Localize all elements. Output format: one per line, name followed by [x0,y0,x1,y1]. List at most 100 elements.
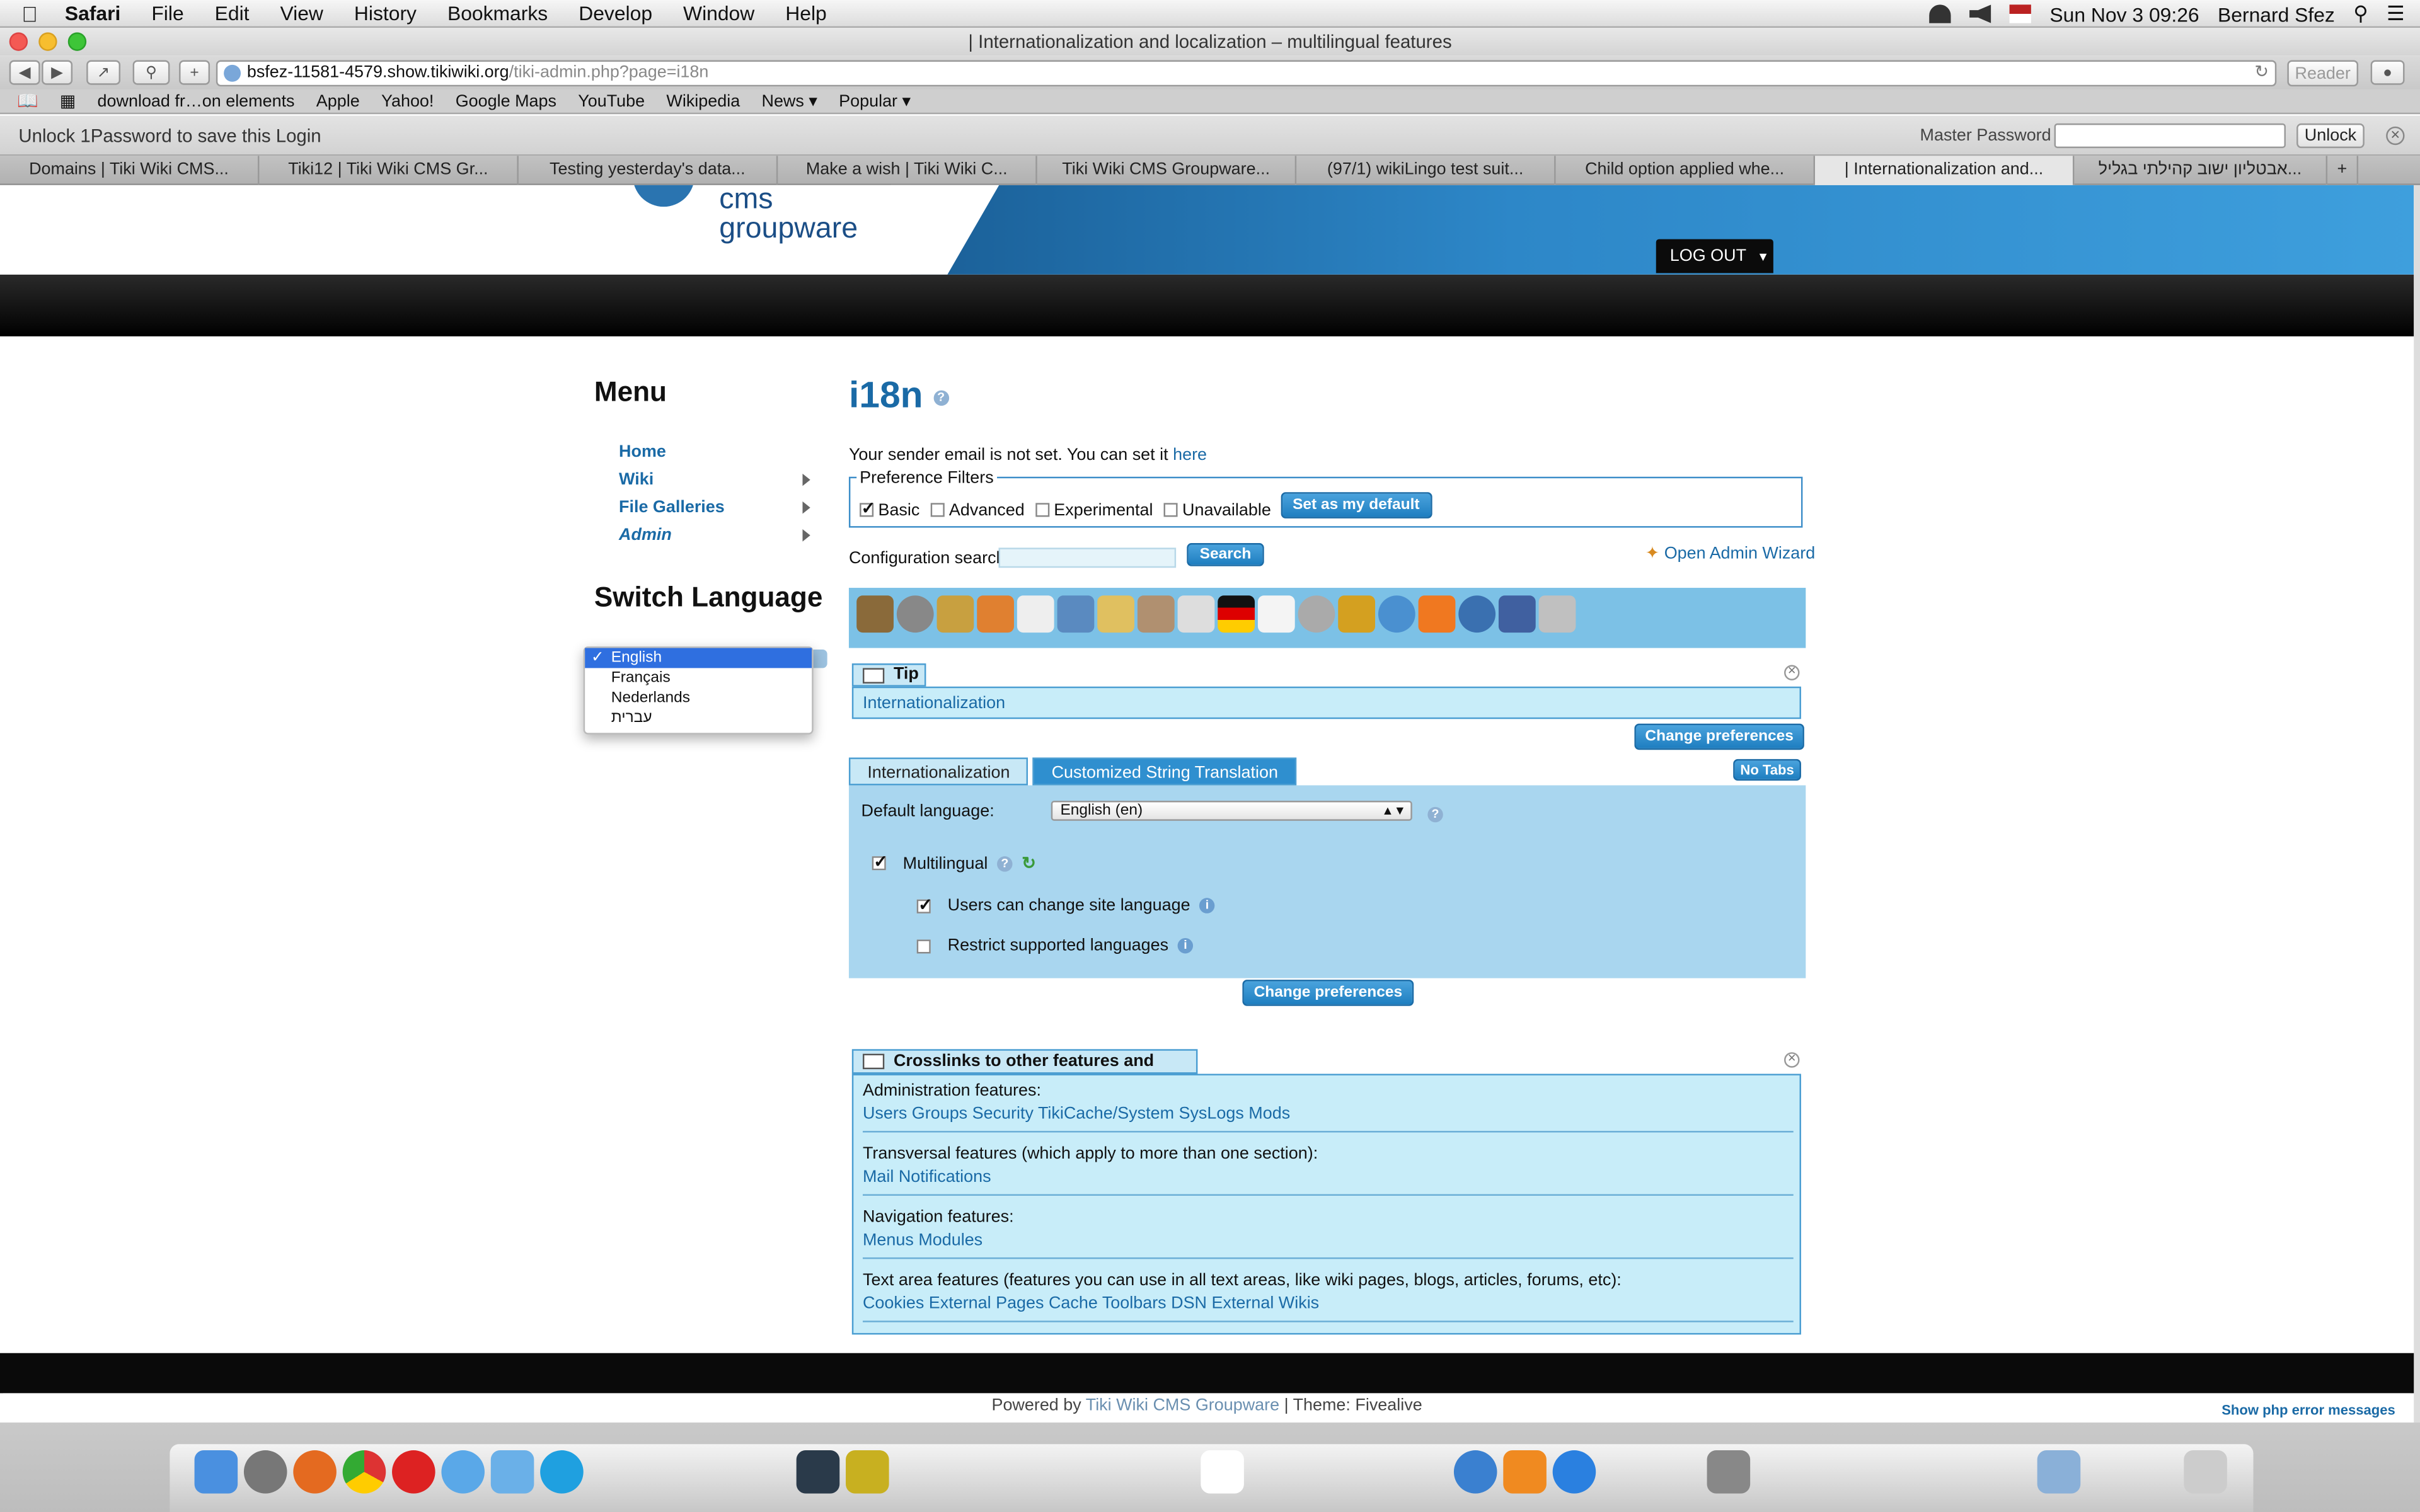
tiki-link[interactable]: Tiki Wiki CMS Groupware [1086,1396,1279,1414]
language-option-french[interactable]: Français [585,668,812,688]
help-icon[interactable]: ? [933,389,949,406]
apple-icon[interactable]:  [21,1,52,25]
admin-features-links[interactable]: Users Groups Security TikiCache/System S… [863,1104,1290,1123]
user-name[interactable]: Bernard Sfez [2218,3,2335,26]
flag-icon[interactable] [2009,4,2032,23]
bookmark-item[interactable]: Apple [306,92,371,110]
wifi-icon[interactable] [1929,4,1951,23]
packages-icon[interactable] [1538,595,1576,633]
back-button[interactable]: ◀ [9,60,40,85]
sender-link[interactable]: here [1173,446,1207,464]
menu-item-wiki[interactable]: Wiki [619,471,654,489]
textarea-features-links[interactable]: Cookies External Pages Cache Toolbars DS… [863,1295,1319,1313]
tab-customized-string-translation[interactable]: Customized String Translation [1033,757,1297,786]
security-key-icon[interactable] [1338,595,1376,633]
browser-tab[interactable]: Domains | Tiki Wiki CMS... [0,156,260,185]
mail-icon[interactable] [1177,595,1215,633]
1password-button[interactable]: ⚲ [132,60,170,85]
new-tab-button[interactable]: + [179,60,210,85]
bookmark-item[interactable]: YouTube [567,92,655,110]
trash-icon[interactable] [2184,1450,2227,1494]
menu-view[interactable]: View [265,1,338,25]
bookmark-item[interactable]: Yahoo! [371,92,445,110]
users-change-language-checkbox[interactable] [916,894,933,914]
menu-history[interactable]: History [338,1,432,25]
menu-edit[interactable]: Edit [199,1,265,25]
search-button[interactable]: Search [1187,543,1264,566]
safari-icon[interactable] [441,1450,485,1494]
power-icon[interactable] [896,595,934,633]
clock[interactable]: Sun Nov 3 09:26 [2049,3,2199,26]
language-option-dutch[interactable]: Nederlands [585,688,812,708]
editing-icon[interactable] [1097,595,1135,633]
refresh-icon[interactable]: ↻ [1022,853,1036,873]
tip-link[interactable]: Internationalization [863,694,1005,713]
experimental-checkbox[interactable] [1035,503,1049,517]
master-password-input[interactable] [2054,123,2286,149]
media-icon[interactable] [1057,595,1095,633]
info-icon[interactable]: i [1199,898,1215,914]
multilingual-checkbox[interactable] [872,852,888,872]
menu-app[interactable]: Safari [52,1,136,25]
admin-wizard[interactable]: ✦ Open Admin Wizard [1645,543,1816,563]
close-window-button[interactable] [9,32,28,51]
minimize-window-button[interactable] [38,32,57,51]
language-option-hebrew[interactable]: עברית [585,708,812,728]
i18n-flag-icon[interactable] [1218,595,1255,633]
reader-button[interactable]: Reader [2287,60,2359,87]
browser-tab[interactable]: Tiki Wiki CMS Groupware... [1037,156,1297,185]
system-preferences-icon[interactable] [1707,1450,1751,1494]
search-settings-icon[interactable] [1257,595,1295,633]
fireworks-icon[interactable] [846,1450,889,1494]
config-search-input[interactable] [998,547,1177,568]
menu-item-file-galleries[interactable]: File Galleries [619,498,725,517]
bookmark-item[interactable]: Google Maps [445,92,568,110]
notification-center-icon[interactable]: ☰ [2387,1,2405,26]
zoom-window-button[interactable] [67,32,87,51]
site-logo[interactable]: cms groupware [719,185,858,244]
browser-tab[interactable]: Testing yesterday's data... [519,156,778,185]
browser-tab[interactable]: Child option applied whe... [1556,156,1816,185]
help-icon[interactable]: ? [997,855,1013,871]
statistics-icon[interactable] [1498,595,1536,633]
forward-button[interactable]: ▶ [42,60,73,85]
comments-icon[interactable] [1378,595,1415,633]
profiles-icon[interactable] [1137,595,1175,633]
change-preferences-button-bottom[interactable]: Change preferences [1242,980,1414,1006]
login-icon[interactable] [936,595,974,633]
bookmark-item[interactable]: download fr…on elements [86,92,305,110]
opera-icon[interactable] [392,1450,435,1494]
bookmark-folder[interactable]: News ▾ [751,91,828,111]
look-icon[interactable] [1017,595,1054,633]
downloads-folder-icon[interactable] [2037,1450,2081,1494]
restrict-languages-checkbox[interactable] [916,939,931,953]
top-sites-icon[interactable]: ▦ [49,91,87,111]
reading-list-icon[interactable]: 📖 [6,91,49,111]
users-icon[interactable] [977,595,1014,633]
app-store-icon[interactable] [1552,1450,1596,1494]
php-errors-link[interactable]: Show php error messages [2221,1398,2395,1423]
menu-item-home[interactable]: Home [619,443,666,461]
close-crosslinks-icon[interactable]: ✕ [1784,1052,1800,1068]
logout-button[interactable]: LOG OUT ▼ [1656,239,1773,273]
address-bar[interactable]: bsfez-11581-4579.show.tikiwiki.org/tiki-… [216,60,2277,87]
advanced-checkbox[interactable] [930,503,945,517]
transversal-features-links[interactable]: Mail Notifications [863,1168,991,1186]
firefox-icon[interactable] [293,1450,337,1494]
ibooks-icon[interactable] [1503,1450,1547,1494]
itunes-icon[interactable] [1453,1450,1497,1494]
browser-tab[interactable]: (97/1) wikiLingo test suit... [1296,156,1556,185]
community-icon[interactable] [1458,595,1496,633]
browser-tab-active[interactable]: | Internationalization and... [1815,156,2075,185]
default-language-select[interactable]: English (en) ▲▼ [1051,801,1412,821]
volume-icon[interactable] [1969,4,1991,23]
unlock-button[interactable]: Unlock [2296,123,2365,149]
tools-icon[interactable] [856,595,894,633]
unavailable-checkbox[interactable] [1163,503,1178,517]
info-icon[interactable]: i [1177,937,1194,954]
no-tabs-button[interactable]: No Tabs [1733,759,1801,781]
set-default-button[interactable]: Set as my default [1280,492,1432,518]
lightroom-icon[interactable] [796,1450,840,1494]
language-dropdown[interactable]: ✓ English Français Nederlands עברית [583,646,814,735]
menu-develop[interactable]: Develop [563,1,668,25]
